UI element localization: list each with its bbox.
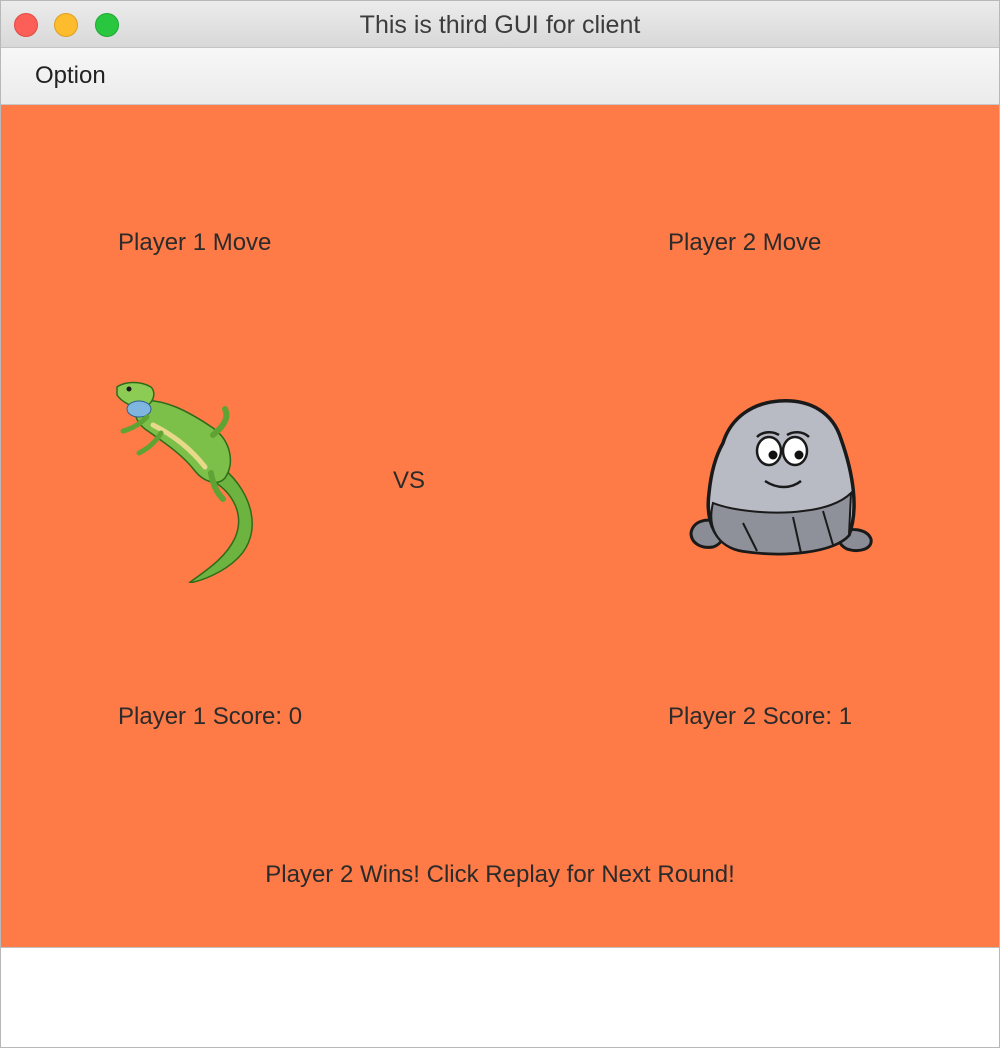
player1-move-label: Player 1 Move [118,229,272,256]
player2-move-label: Player 2 Move [668,229,822,256]
rock-icon [689,399,873,556]
title-bar[interactable]: This is third GUI for client [1,1,999,48]
player1-score-label: Player 1 Score: 0 [118,703,303,730]
menu-bar: Option [1,48,999,105]
vs-label: VS [393,467,426,494]
bottom-empty-area [1,948,999,1047]
player2-score-label: Player 2 Score: 1 [668,703,853,730]
window-title: This is third GUI for client [359,11,641,39]
lizard-icon [116,381,253,583]
game-panel: Player 1 Move Player 2 Move VS Player 1 … [1,105,999,948]
menu-option[interactable]: Option [35,62,106,90]
result-message: Player 2 Wins! Click Replay for Next Rou… [265,861,735,888]
app-window: This is third GUI for client Option Play… [0,0,1000,1048]
